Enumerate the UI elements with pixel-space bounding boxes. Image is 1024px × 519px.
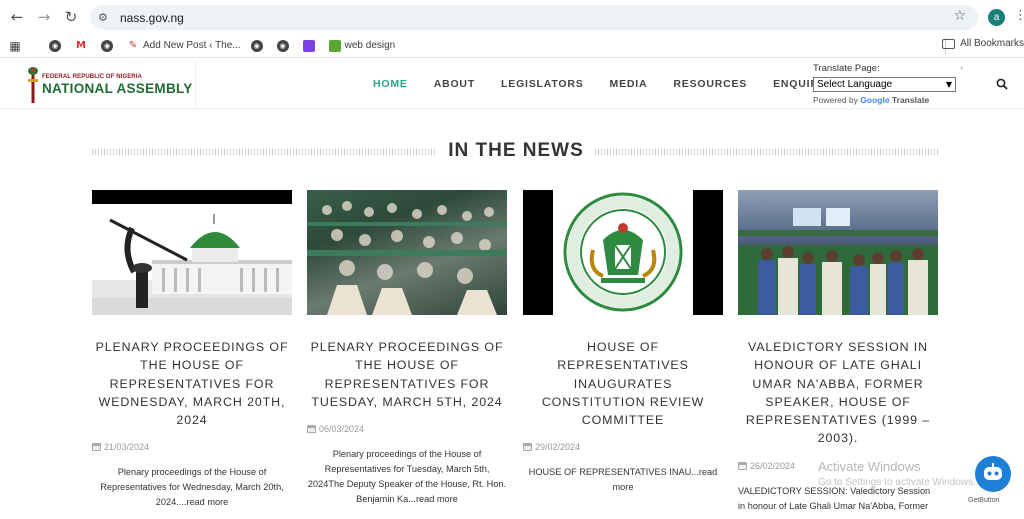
news-thumbnail[interactable] <box>523 190 723 315</box>
bookmark-5[interactable]: ◉ <box>250 39 267 52</box>
translate-label: Translate Page: <box>813 63 880 74</box>
read-more-link[interactable]: read more <box>186 497 228 507</box>
folder-icon <box>942 38 956 49</box>
logo-subtitle: FEDERAL REPUBLIC OF NIGERIA <box>42 74 142 81</box>
news-excerpt: HOUSE OF REPRESENTATIVES INAU...read mor… <box>523 465 723 495</box>
profile-avatar[interactable]: a <box>988 9 1005 26</box>
news-heading-row: IN THE NEWS <box>92 140 940 164</box>
bookmark-2[interactable]: M <box>75 40 91 52</box>
site-logo[interactable]: FEDERAL REPUBLIC OF NIGERIA NATIONAL ASS… <box>26 65 193 105</box>
news-date-text: 21/03/2024 <box>104 442 150 453</box>
activate-windows-title: Activate Windows <box>818 459 921 474</box>
calendar-icon <box>92 443 101 452</box>
globe-icon: ◉ <box>49 39 61 52</box>
bookmark-label: web design <box>344 40 396 51</box>
news-excerpt-text: Plenary proceedings of the House of Repr… <box>307 449 507 505</box>
bookmark-7[interactable] <box>302 39 319 52</box>
news-excerpt-text: VALEDICTORY SESSION: Valedictory Session… <box>738 485 931 511</box>
news-date: 06/03/2024 <box>307 424 507 434</box>
bookmarks-bar: ▦ ◉ M ◉ ✎ Add New Post ‹ The... ◉ ◉ web … <box>0 34 1024 58</box>
search-icon[interactable] <box>996 77 1008 90</box>
calendar-icon <box>738 461 747 470</box>
getbutton-label: GetButton <box>968 497 1000 504</box>
news-excerpt: Plenary proceedings of the House of Repr… <box>92 465 292 510</box>
news-excerpt: Plenary proceedings of the House of Repr… <box>307 447 507 507</box>
menu-media[interactable]: MEDIA <box>610 78 648 90</box>
news-heading: IN THE NEWS <box>92 140 940 162</box>
wordpress-icon: ✎ <box>128 40 138 51</box>
address-bar[interactable]: ⚙ nass.gov.ng ☆ <box>90 5 978 30</box>
menu-home[interactable]: HOME <box>373 78 408 90</box>
news-date: 29/02/2024 <box>523 442 723 452</box>
news-card: PLENARY PROCEEDINGS OF THE HOUSE OF REPR… <box>92 190 292 510</box>
logo-title: NATIONAL ASSEMBLY <box>42 81 193 97</box>
all-bookmarks[interactable]: All Bookmarks <box>942 38 1024 49</box>
apps-grid-icon[interactable]: ▦ <box>9 39 25 53</box>
news-title[interactable]: VALEDICTORY SESSION IN HONOUR OF LATE GH… <box>738 338 938 448</box>
news-heading-text: IN THE NEWS <box>439 140 593 161</box>
menu-about[interactable]: ABOUT <box>434 78 475 90</box>
news-date: 21/03/2024 <box>92 442 292 452</box>
news-title[interactable]: HOUSE OF REPRESENTATIVES INAUGURATES CON… <box>523 338 723 429</box>
news-title[interactable]: PLENARY PROCEEDINGS OF THE HOUSE OF REPR… <box>92 338 292 429</box>
chevron-down-icon: ▼ <box>945 80 952 89</box>
news-thumbnail[interactable] <box>92 190 292 315</box>
site-settings-icon[interactable]: ⚙ <box>98 11 114 24</box>
house-seal-icon <box>563 192 683 312</box>
translate-collapse-icon[interactable]: ‹ <box>960 63 963 72</box>
globe-icon: ◉ <box>276 39 289 52</box>
calendar-icon <box>523 443 532 452</box>
news-thumbnail[interactable] <box>738 190 938 315</box>
bookmark-6[interactable]: ◉ <box>276 39 293 52</box>
news-date-text: 29/02/2024 <box>535 442 581 453</box>
translate-widget: Translate Page: ‹ Select Language ▼ Powe… <box>813 63 963 105</box>
language-select-value: Select Language <box>817 79 893 90</box>
browser-toolbar: ← → ↻ ⚙ nass.gov.ng ☆ a ⋮ <box>0 0 1024 34</box>
browser-menu-icon[interactable]: ⋮ <box>1014 8 1024 23</box>
news-card: PLENARY PROCEEDINGS OF THE HOUSE OF REPR… <box>307 190 507 507</box>
green-app-icon <box>328 39 341 52</box>
globe-icon: ◉ <box>250 39 263 52</box>
gmail-icon: M <box>76 40 86 51</box>
read-more-link[interactable]: read more <box>416 494 458 504</box>
purple-app-icon <box>302 39 315 52</box>
main-menu: HOME ABOUT LEGISLATORS MEDIA RESOURCES E… <box>373 78 864 90</box>
reload-icon[interactable]: ↻ <box>59 5 83 29</box>
news-date-text: 06/03/2024 <box>319 424 365 435</box>
activate-windows-subtitle: Go to Settings to activate Windows. <box>818 477 976 488</box>
calendar-icon <box>307 425 316 434</box>
language-select[interactable]: Select Language ▼ <box>813 77 956 92</box>
news-excerpt-text: HOUSE OF REPRESENTATIVES INAU... <box>528 467 699 478</box>
news-card: HOUSE OF REPRESENTATIVES INAUGURATES CON… <box>523 190 723 495</box>
bookmark-3[interactable]: ◉ <box>101 39 117 52</box>
chat-widget-button[interactable] <box>975 456 1011 492</box>
translate-link[interactable]: Translate <box>892 95 929 105</box>
powered-by: Powered by Google Translate <box>813 95 963 105</box>
site-header: FEDERAL REPUBLIC OF NIGERIA NATIONAL ASS… <box>0 59 1024 109</box>
news-title[interactable]: PLENARY PROCEEDINGS OF THE HOUSE OF REPR… <box>307 338 507 411</box>
bookmark-8[interactable]: web design <box>328 39 396 52</box>
menu-legislators[interactable]: LEGISLATORS <box>501 78 584 90</box>
forward-icon[interactable]: → <box>32 5 56 29</box>
coat-of-arms-icon <box>26 65 40 105</box>
bookmark-4[interactable]: ✎ Add New Post ‹ The... <box>127 40 241 52</box>
chatbot-icon <box>984 463 1002 480</box>
news-date-text: 26/02/2024 <box>750 460 796 471</box>
google-logo[interactable]: Google <box>860 95 889 105</box>
globe-icon: ◉ <box>101 39 113 52</box>
menu-resources[interactable]: RESOURCES <box>673 78 747 90</box>
news-excerpt: VALEDICTORY SESSION: Valedictory Session… <box>738 484 938 514</box>
bookmark-star-icon[interactable]: ☆ <box>953 8 966 24</box>
all-bookmarks-label: All Bookmarks <box>960 38 1024 49</box>
bookmark-label: Add New Post ‹ The... <box>143 40 241 51</box>
powered-by-label: Powered by <box>813 95 858 105</box>
back-icon[interactable]: ← <box>5 5 29 29</box>
url-text[interactable]: nass.gov.ng <box>120 11 184 25</box>
news-thumbnail[interactable] <box>307 190 507 315</box>
bookmark-1[interactable]: ◉ <box>49 39 65 52</box>
header-divider <box>195 59 196 109</box>
